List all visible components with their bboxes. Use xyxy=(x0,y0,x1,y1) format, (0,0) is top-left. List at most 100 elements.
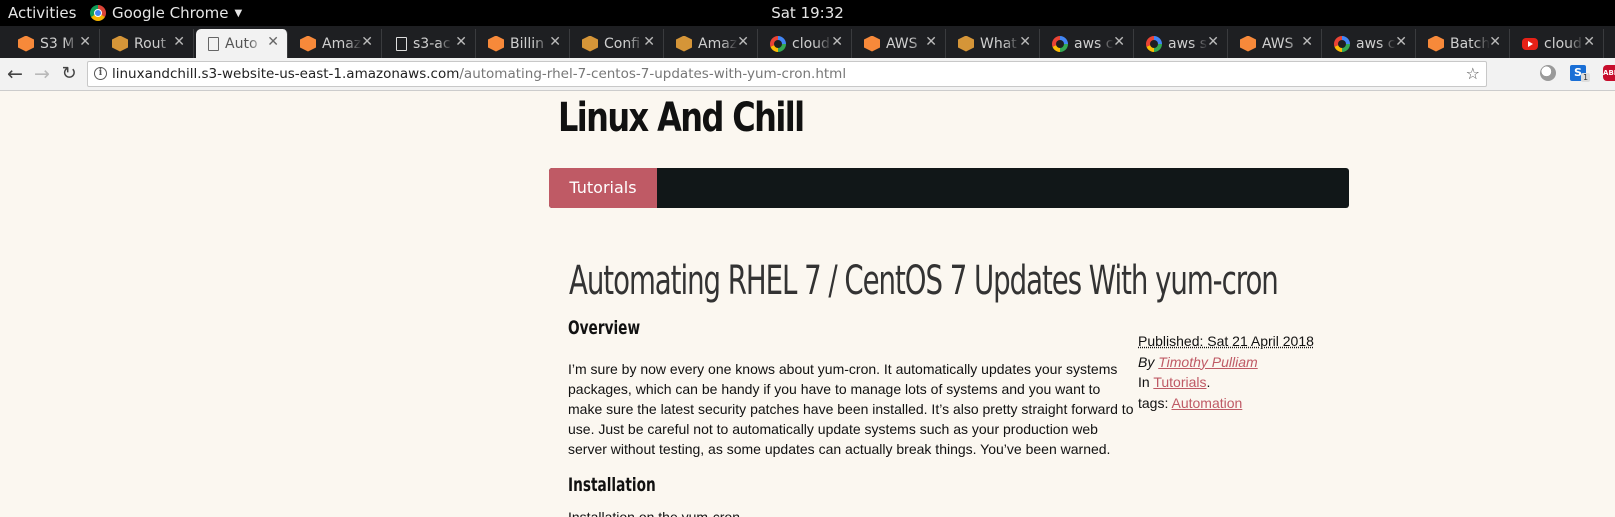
by-label: By xyxy=(1138,353,1155,370)
url-path: /automating-rhel-7-centos-7-updates-with… xyxy=(459,66,847,82)
tab-label: Batch xyxy=(1450,35,1490,52)
close-tab-icon[interactable]: ✕ xyxy=(831,34,843,50)
close-tab-icon[interactable]: ✕ xyxy=(1301,34,1313,50)
browser-tab-partial[interactable] xyxy=(1606,29,1615,58)
box-icon xyxy=(582,35,598,52)
tab-label: Amaz xyxy=(322,35,362,52)
browser-tab[interactable]: s3-ac ✕ xyxy=(384,29,476,58)
tab-label: cloud xyxy=(792,35,830,52)
tab-label: Auto xyxy=(225,35,258,52)
close-tab-icon[interactable]: ✕ xyxy=(1019,34,1031,50)
close-tab-icon[interactable]: ✕ xyxy=(1489,34,1501,50)
aws-icon xyxy=(864,35,880,52)
tab-label: aws s xyxy=(1168,35,1208,52)
close-tab-icon[interactable]: ✕ xyxy=(1113,34,1125,50)
system-top-bar: Activities Google Chrome ▼ Sat 19:32 xyxy=(0,0,1615,26)
post-body: I’m sure by now every one knows about yu… xyxy=(568,359,1138,459)
close-tab-icon[interactable]: ✕ xyxy=(549,34,561,50)
browser-tab[interactable]: aws c ✕ xyxy=(1324,29,1416,58)
nav-item-tutorials[interactable]: Tutorials xyxy=(549,168,657,208)
app-menu[interactable]: Google Chrome ▼ xyxy=(90,4,242,22)
tag-link[interactable]: Automation xyxy=(1171,395,1242,411)
box-icon xyxy=(958,35,974,52)
close-tab-icon[interactable]: ✕ xyxy=(455,34,467,50)
close-tab-icon[interactable]: ✕ xyxy=(1207,34,1219,50)
back-button[interactable]: ← xyxy=(3,62,27,86)
tab-label: aws c xyxy=(1074,35,1114,52)
in-suffix: . xyxy=(1206,374,1211,390)
browser-tab[interactable]: Amaz ✕ xyxy=(666,29,758,58)
info-icon[interactable]: i xyxy=(94,67,107,80)
browser-tab[interactable]: S3 M ✕ xyxy=(8,29,100,58)
tab-label: S3 M xyxy=(40,35,75,52)
browser-tab[interactable]: aws c ✕ xyxy=(1042,29,1134,58)
tab-label: Confi xyxy=(604,35,641,52)
post-meta: Published: Sat 21 April 2018 By Timothy … xyxy=(1138,331,1314,413)
browser-tab[interactable]: Confi ✕ xyxy=(572,29,664,58)
close-tab-icon[interactable]: ✕ xyxy=(361,34,373,50)
reload-button[interactable]: ↻ xyxy=(57,62,81,86)
page-icon xyxy=(208,36,219,51)
browser-tab[interactable]: Billin ✕ xyxy=(478,29,570,58)
tags-label: tags: xyxy=(1138,394,1169,411)
aws-icon xyxy=(488,35,504,52)
close-tab-icon[interactable]: ✕ xyxy=(925,34,937,50)
category-link[interactable]: Tutorials xyxy=(1153,374,1206,390)
site-title[interactable]: Linux And Chill xyxy=(558,95,805,141)
cut-off-text: Installation on the yum-cron xyxy=(568,509,740,517)
close-tab-icon[interactable]: ✕ xyxy=(267,34,279,50)
box-icon xyxy=(112,35,128,52)
app-menu-label: Google Chrome xyxy=(112,4,229,22)
close-tab-icon[interactable]: ✕ xyxy=(643,34,655,50)
browser-tab[interactable]: cloud ✕ xyxy=(760,29,852,58)
close-tab-icon[interactable]: ✕ xyxy=(79,34,91,50)
extension-badge: 1 xyxy=(1581,73,1591,82)
browser-tab[interactable]: AWS ✕ xyxy=(1230,29,1322,58)
aws-icon xyxy=(18,35,34,52)
page-icon xyxy=(396,36,407,51)
overview-paragraph: I’m sure by now every one knows about yu… xyxy=(568,361,1134,457)
browser-tab[interactable]: AWS ✕ xyxy=(854,29,946,58)
caret-down-icon: ▼ xyxy=(234,7,243,19)
aws-icon xyxy=(1428,35,1444,52)
tab-label: AWS xyxy=(1262,35,1294,52)
forward-button[interactable]: → xyxy=(30,62,54,86)
bookmark-star-icon[interactable]: ☆ xyxy=(1466,62,1480,86)
overview-heading: Overview xyxy=(568,317,641,339)
close-tab-icon[interactable]: ✕ xyxy=(1583,34,1595,50)
clock[interactable]: Sat 19:32 xyxy=(771,4,844,22)
activities-button[interactable]: Activities xyxy=(8,4,76,22)
google-icon xyxy=(770,35,786,52)
browser-tab[interactable]: What ✕ xyxy=(948,29,1040,58)
google-icon xyxy=(1334,35,1350,52)
post-title: Automating RHEL 7 / CentOS 7 Updates Wit… xyxy=(569,258,1279,304)
close-tab-icon[interactable]: ✕ xyxy=(737,34,749,50)
browser-tab[interactable]: aws s ✕ xyxy=(1136,29,1228,58)
browser-tab[interactable]: cloud ✕ xyxy=(1512,29,1604,58)
address-bar[interactable]: i linuxandchill.s3-website-us-east-1.ama… xyxy=(87,61,1487,87)
author-link[interactable]: Timothy Pulliam xyxy=(1158,354,1257,370)
tab-label: Billin xyxy=(510,35,545,52)
tab-label: What xyxy=(980,35,1017,52)
aws-icon xyxy=(300,35,316,52)
tab-strip: S3 M ✕ Rout ✕ Auto ✕ Amaz ✕ s3-ac ✕ Billin ✕ Confi ✕ A… xyxy=(0,26,1615,58)
tab-label: aws c xyxy=(1356,35,1396,52)
adblock-icon[interactable]: ABP xyxy=(1603,65,1615,81)
close-tab-icon[interactable]: ✕ xyxy=(173,34,185,50)
browser-tab[interactable]: Batch ✕ xyxy=(1418,29,1510,58)
browser-tab[interactable]: Rout ✕ xyxy=(102,29,194,58)
tab-label: Amaz xyxy=(698,35,738,52)
tab-label: AWS xyxy=(886,35,918,52)
close-tab-icon[interactable]: ✕ xyxy=(1395,34,1407,50)
extension-circle-icon[interactable] xyxy=(1540,65,1556,81)
tab-label: s3-ac xyxy=(413,35,451,52)
tab-label: cloud xyxy=(1544,35,1582,52)
aws-icon xyxy=(1240,35,1256,52)
chrome-icon xyxy=(90,5,106,21)
in-label: In xyxy=(1138,374,1150,390)
tab-label: Rout xyxy=(134,35,167,52)
browser-toolbar: ← → ↻ i linuxandchill.s3-website-us-east… xyxy=(0,58,1615,91)
published-date: Published: Sat 21 April 2018 xyxy=(1138,333,1314,349)
browser-tab[interactable]: Amaz ✕ xyxy=(290,29,382,58)
browser-tab[interactable]: Auto ✕ xyxy=(196,29,288,58)
